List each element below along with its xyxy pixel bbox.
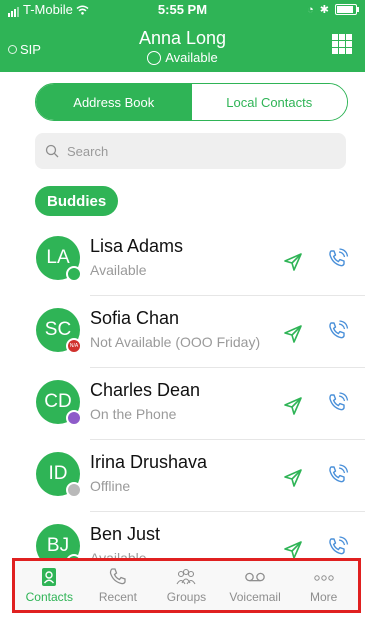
- contact-row[interactable]: LA Lisa Adams Available: [0, 224, 365, 296]
- contact-name: Sofia Chan: [90, 308, 180, 328]
- tab-more[interactable]: More: [289, 561, 358, 610]
- status-circle-icon: [147, 50, 162, 65]
- alarm-icon: ◔: [307, 3, 314, 16]
- contact-row[interactable]: BJ Ben Just Available: [0, 512, 365, 558]
- call-icon[interactable]: [327, 536, 349, 558]
- presence-indicator: N/A: [66, 338, 82, 354]
- call-icon[interactable]: [327, 320, 349, 342]
- tab-label: Groups: [166, 590, 207, 604]
- avatar: SC N/A: [36, 308, 82, 354]
- tab-groups[interactable]: Groups: [152, 561, 221, 610]
- avatar: ID: [36, 452, 82, 498]
- avatar-initials: ID: [48, 463, 68, 484]
- presence-badge-label: N/A: [69, 343, 79, 349]
- tab-label: Voicemail: [229, 590, 281, 604]
- avatar: BJ: [36, 524, 82, 558]
- presence-indicator: [66, 266, 82, 282]
- contact-name: Lisa Adams: [90, 236, 184, 256]
- search-input[interactable]: [65, 142, 329, 160]
- contact-status: Not Available (OOO Friday): [90, 334, 261, 350]
- header: T-Mobile 5:55 PM ◔ ✱ SIP Anna Long Avail…: [0, 0, 365, 72]
- send-message-icon[interactable]: [283, 468, 303, 488]
- contact-status: Offline: [90, 478, 131, 494]
- avatar-initials: CD: [44, 391, 72, 412]
- call-icon[interactable]: [327, 392, 349, 414]
- more-icon: [313, 567, 335, 587]
- avatar-initials: SC: [44, 319, 72, 340]
- phone-recent-icon: [107, 567, 129, 587]
- send-message-icon[interactable]: [283, 396, 303, 416]
- avatar-initials: BJ: [46, 535, 70, 556]
- contact-status: Available: [90, 550, 147, 558]
- call-icon[interactable]: [327, 248, 349, 270]
- contact-list[interactable]: LA Lisa Adams Available SC N/A Sofia Cha…: [0, 224, 365, 558]
- battery-icon: [335, 4, 359, 15]
- send-message-icon[interactable]: [283, 252, 303, 272]
- contact-name: Irina Drushava: [90, 452, 208, 472]
- contacts-source-segment: Address Book Local Contacts: [35, 83, 348, 121]
- avatar: LA: [36, 236, 82, 282]
- voicemail-icon: [244, 567, 266, 587]
- avatar-initials: LA: [46, 247, 70, 268]
- send-message-icon[interactable]: [283, 324, 303, 344]
- search-bar: [35, 133, 346, 169]
- group-chip-buddies[interactable]: Buddies: [35, 186, 119, 216]
- contact-row[interactable]: ID Irina Drushava Offline: [0, 440, 365, 512]
- contact-row[interactable]: CD Charles Dean On the Phone: [0, 368, 365, 440]
- contact-row[interactable]: SC N/A Sofia Chan Not Available (OOO Fri…: [0, 296, 365, 368]
- contact-name: Ben Just: [90, 524, 161, 544]
- contacts-icon: [38, 567, 60, 587]
- tab-label: Recent: [98, 590, 137, 604]
- contact-status: On the Phone: [90, 406, 177, 422]
- bottom-tab-bar: Contacts Recent Groups Voicemail More: [12, 558, 361, 613]
- tab-recent[interactable]: Recent: [84, 561, 153, 610]
- user-name[interactable]: Anna Long: [0, 28, 365, 49]
- call-icon[interactable]: [327, 464, 349, 486]
- tab-local-contacts[interactable]: Local Contacts: [191, 84, 347, 120]
- send-message-icon[interactable]: [283, 540, 303, 558]
- bluetooth-icon: ✱: [319, 4, 329, 16]
- tab-label: More: [310, 590, 338, 604]
- contact-status: Available: [90, 262, 147, 278]
- presence-indicator: [66, 482, 82, 498]
- search-icon: [45, 144, 59, 158]
- tab-voicemail[interactable]: Voicemail: [221, 561, 290, 610]
- avatar: CD: [36, 380, 82, 426]
- dialpad-grid-button[interactable]: [332, 34, 352, 54]
- status-bar: T-Mobile 5:55 PM ◔ ✱: [0, 0, 365, 20]
- status-icons: ◔ ✱: [307, 3, 359, 16]
- groups-icon: [175, 567, 197, 587]
- user-status-label: Available: [165, 50, 218, 65]
- tab-address-book[interactable]: Address Book: [36, 84, 192, 120]
- user-status[interactable]: Available: [0, 50, 365, 65]
- tab-contacts[interactable]: Contacts: [15, 561, 84, 610]
- contact-name: Charles Dean: [90, 380, 201, 400]
- presence-indicator: [66, 410, 82, 426]
- tab-label: Contacts: [25, 590, 73, 604]
